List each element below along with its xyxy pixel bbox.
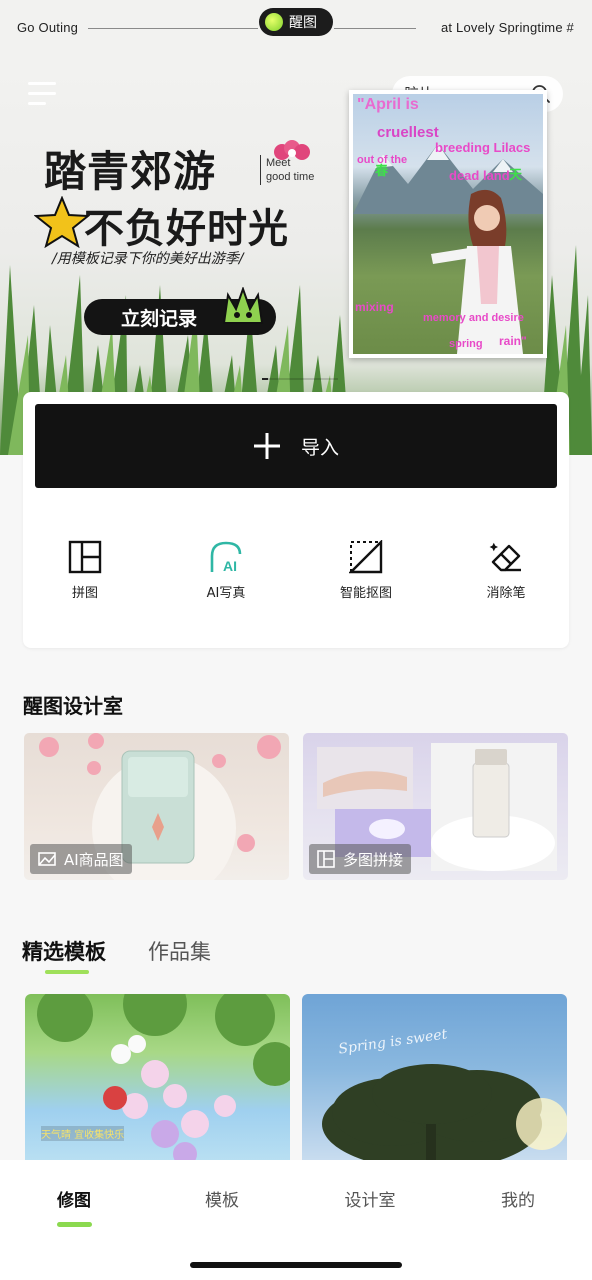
photo-text: memory and desire: [423, 312, 524, 324]
smart-cutout-icon: [349, 540, 383, 574]
hero-banner[interactable]: Go Outing 醒图 at Lovely Springtime # 踏青郊游…: [0, 0, 592, 455]
import-button[interactable]: 导入: [35, 404, 557, 488]
divider-line: [88, 28, 258, 29]
studio-card-ai-product[interactable]: AI商品图: [24, 733, 289, 880]
app-logo: 醒图: [259, 8, 333, 36]
svg-text:AI: AI: [223, 558, 237, 574]
tool-smart-cutout[interactable]: 智能抠图: [316, 540, 416, 601]
tools-card: 导入 拼图 AI AI写真 智能抠图 消除笔: [23, 392, 569, 648]
nav-item-studio[interactable]: 设计室: [330, 1186, 410, 1211]
photo-text: mixing: [355, 300, 394, 314]
template-caption: 天气晴 宜收集快乐: [41, 1126, 125, 1141]
tool-label: AI写真: [206, 586, 246, 601]
home-indicator: [190, 1262, 402, 1268]
ai-portrait-icon: AI: [210, 541, 242, 574]
hero-title-line1: 踏青郊游: [44, 147, 217, 196]
photo-text: dead land: [449, 168, 510, 183]
tab-featured-templates[interactable]: 精选模板: [22, 936, 106, 966]
logo-dot-icon: [265, 13, 283, 31]
nav-item-templates[interactable]: 模板: [182, 1186, 262, 1211]
divider-line: [334, 28, 416, 29]
hero-subtitle: /用模板记录下你的美好出游季/: [52, 251, 244, 267]
studio-badge: AI商品图: [30, 844, 132, 874]
person-figure: [431, 189, 523, 354]
collage-icon: [68, 540, 102, 574]
logo-text: 醒图: [289, 15, 317, 31]
photo-text: "April is: [357, 96, 419, 113]
nav-item-profile[interactable]: 我的: [478, 1186, 558, 1211]
carousel-pager: [262, 378, 338, 380]
studio-card-multi-collage[interactable]: 多图拼接: [303, 733, 568, 880]
photo-text: cruellest: [377, 124, 439, 141]
meet-line2: good time: [266, 171, 315, 183]
plus-icon: [253, 433, 280, 459]
tool-label: 拼图: [71, 586, 98, 601]
hero-brand-left-text: Go Outing: [17, 20, 79, 35]
studio-section-title: 醒图设计室: [23, 694, 123, 718]
template-card[interactable]: 天气晴 宜收集快乐: [25, 994, 290, 1160]
hero-separator: [260, 155, 261, 185]
tab-indicator: [45, 970, 89, 974]
studio-badge-label: 多图拼接: [343, 850, 404, 869]
tool-label: 智能抠图: [339, 586, 392, 601]
multi-collage-icon: [317, 850, 335, 868]
tab-portfolio[interactable]: 作品集: [148, 936, 211, 966]
meet-line1: Meet: [266, 157, 291, 169]
hero-meet-text: Meet good time: [266, 156, 314, 184]
tool-eraser[interactable]: 消除笔: [456, 540, 556, 601]
tool-label: 消除笔: [486, 586, 526, 601]
photo-text: 天: [509, 167, 523, 182]
tool-ai-portrait[interactable]: AI AI写真: [176, 540, 276, 601]
photo-text: 春: [375, 163, 389, 178]
studio-badge: 多图拼接: [309, 844, 412, 874]
hero-title-line2: 不负好时光: [84, 205, 289, 252]
tool-collage[interactable]: 拼图: [35, 540, 135, 601]
carousel-pager-active: [262, 378, 268, 380]
crown-icon: [222, 287, 264, 324]
template-card[interactable]: Spring is sweet: [302, 994, 567, 1160]
studio-badge-label: AI商品图: [64, 850, 124, 869]
photo-text: breeding Lilacs: [435, 140, 531, 155]
hero-brand-right-text: at Lovely Springtime #: [440, 20, 574, 35]
template-image: [322, 1064, 567, 1160]
nav-item-edit[interactable]: 修图: [34, 1186, 114, 1211]
bottom-nav: 修图 模板 设计室 我的: [0, 1160, 592, 1280]
hero-photo: "April is cruellest breeding Lilacs out …: [353, 94, 543, 354]
photo-text: spring: [449, 338, 483, 350]
ai-product-icon: [38, 852, 56, 866]
hero-photo-card: "April is cruellest breeding Lilacs out …: [349, 90, 547, 358]
photo-text: rain": [499, 334, 527, 348]
star-icon: [34, 196, 90, 248]
nav-indicator: [57, 1222, 92, 1227]
eraser-icon: [489, 542, 521, 572]
menu-icon[interactable]: [28, 82, 58, 106]
import-label: 导入: [300, 436, 339, 459]
